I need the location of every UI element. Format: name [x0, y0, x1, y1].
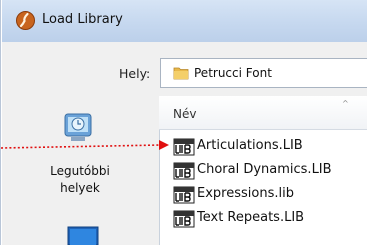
folder-icon — [173, 67, 189, 80]
recent-places-label[interactable]: Legutóbbi helyek — [47, 163, 113, 197]
finale-app-icon — [16, 11, 35, 30]
file-name: Choral Dynamics.LIB — [197, 162, 332, 177]
file-name: Text Repeats.LIB — [197, 210, 305, 225]
title-bar: Load Library — [2, 0, 367, 42]
location-combobox[interactable]: Petrucci Font — [160, 58, 367, 88]
lib-file-icon — [173, 138, 195, 156]
column-header-label: Név — [173, 107, 197, 121]
list-item[interactable]: Expressions.lib — [173, 185, 363, 207]
list-item[interactable]: Choral Dynamics.LIB — [173, 161, 363, 183]
file-name: Articulations.LIB — [197, 138, 303, 153]
current-folder-name: Petrucci Font — [194, 66, 272, 80]
lib-file-icon — [173, 162, 195, 180]
lib-file-icon — [173, 186, 195, 204]
desktop-icon[interactable] — [66, 225, 100, 245]
file-name: Expressions.lib — [197, 186, 294, 201]
sort-ascending-icon: ^ — [342, 99, 349, 108]
load-library-dialog: Load Library Hely: Petrucci Font Legutób… — [0, 0, 367, 245]
column-header-name[interactable]: Név ^ — [159, 96, 367, 130]
list-item[interactable]: Articulations.LIB — [173, 137, 363, 159]
location-label: Hely: — [119, 66, 151, 81]
window-title: Load Library — [42, 12, 123, 27]
lib-file-icon — [173, 210, 195, 228]
list-item[interactable]: Text Repeats.LIB — [173, 209, 363, 231]
recent-places-icon[interactable] — [61, 108, 97, 148]
